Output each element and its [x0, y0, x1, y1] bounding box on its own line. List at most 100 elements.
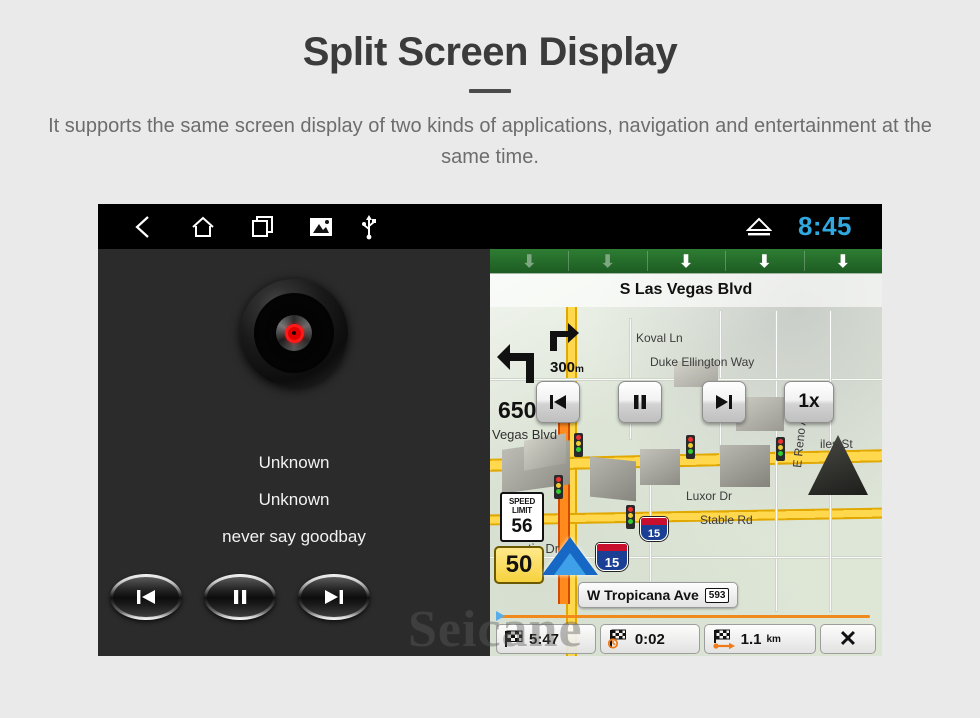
- lane-cell: ⬇: [646, 249, 725, 273]
- traffic-light-icon: [686, 435, 695, 459]
- vinyl-record-hub: [284, 323, 304, 343]
- next-track-button[interactable]: [298, 574, 370, 620]
- interstate-shield-number: 15: [604, 555, 620, 570]
- remaining-distance-value: 1.1: [740, 630, 762, 648]
- home-icon[interactable]: [186, 204, 220, 249]
- play-pause-button[interactable]: [204, 574, 276, 620]
- lane-cell: ⬇: [803, 249, 882, 273]
- speed-limit-sign: SPEED LIMIT 56: [500, 492, 544, 542]
- interstate-shield-15-small: 15: [640, 517, 668, 541]
- close-icon: ✕: [838, 626, 858, 651]
- usb-icon[interactable]: [354, 204, 384, 249]
- route-shield-593: 593: [704, 587, 730, 603]
- map-label-duke-ellington-way: Duke Ellington Way: [650, 355, 755, 369]
- next-street-label: W Tropicana Ave 593: [578, 582, 739, 608]
- interstate-shield-number-small: 15: [647, 528, 661, 540]
- current-speed-indicator: 50: [494, 546, 544, 584]
- lane-arrow-down-icon: ⬇: [757, 251, 772, 271]
- turn-right-arrow-icon: [546, 319, 580, 351]
- map-label-vegas-blvd: Vegas Blvd: [492, 427, 558, 442]
- previous-track-button[interactable]: [110, 574, 182, 620]
- traffic-light-icon: [776, 437, 785, 461]
- previous-track-icon: [113, 577, 179, 617]
- turn-distance-main-value: 650: [498, 397, 537, 423]
- page-subtitle: It supports the same screen display of t…: [48, 115, 932, 168]
- lane-cell: ⬇: [568, 249, 646, 273]
- lane-arrow-down-icon: ⬇: [678, 251, 694, 271]
- nav-pause-button[interactable]: [618, 381, 662, 423]
- vinyl-record-icon: [240, 279, 348, 387]
- remaining-time-value: 0:02: [634, 630, 665, 648]
- page-title: Split Screen Display: [302, 30, 678, 74]
- traffic-light-icon: [554, 475, 563, 499]
- speed-limit-value: 56: [511, 516, 533, 537]
- next-street-name: W Tropicana Ave: [587, 587, 699, 603]
- eject-icon[interactable]: [742, 204, 776, 249]
- eta-value: 5:47: [529, 630, 560, 648]
- nav-next-icon: [716, 395, 732, 409]
- nav-pause-icon: [634, 395, 646, 409]
- turn-distance-next-value: 300: [550, 359, 576, 376]
- page-header: Split Screen Display It supports the sam…: [0, 0, 980, 173]
- navigation-status-bar: 5:47 0:02 1.1 km ✕: [496, 624, 876, 654]
- lane-cell: ⬇: [490, 249, 568, 273]
- lane-arrow-down-icon: ⬇: [600, 251, 615, 271]
- lane-guidance-bar: ⬇ ⬇ ⬇ ⬇ ⬇: [490, 249, 882, 274]
- recents-icon[interactable]: [246, 204, 280, 249]
- map-label-luxor-dr: Luxor Dr: [686, 489, 733, 503]
- nav-previous-button[interactable]: [536, 381, 580, 423]
- android-status-bar: 8:45: [98, 204, 882, 249]
- speed-limit-line1: SPEED: [508, 497, 536, 506]
- speed-limit-line2: LIMIT: [512, 506, 532, 515]
- interstate-shield-15: 15: [596, 543, 628, 571]
- interstate-shield-cap: [641, 518, 667, 525]
- current-street-banner: S Las Vegas Blvd: [490, 273, 882, 307]
- nav-speed-button[interactable]: 1x: [784, 381, 834, 423]
- status-bar-clock: 8:45: [797, 211, 852, 241]
- map-label-miles-st: iles St: [820, 437, 853, 451]
- back-icon[interactable]: [126, 204, 160, 249]
- remaining-distance-unit: km: [766, 633, 781, 645]
- map-label-koval-ln: Koval Ln: [636, 331, 683, 345]
- interstate-shield-cap: [597, 544, 627, 551]
- traffic-light-icon: [626, 505, 635, 529]
- track-title: never say goodbay: [222, 527, 366, 546]
- checkered-flag-icon: [505, 630, 523, 647]
- gallery-icon[interactable]: [304, 204, 338, 249]
- media-controls: [98, 574, 490, 634]
- route-progress-bar: [496, 611, 870, 621]
- flag-clock-icon: [607, 629, 626, 649]
- turn-distance-next-unit: m: [575, 364, 584, 375]
- pause-icon: [207, 577, 273, 617]
- remaining-distance-cell[interactable]: 1.1 km: [703, 624, 816, 654]
- remaining-time-cell[interactable]: 0:02: [599, 624, 700, 654]
- lane-arrow-down-icon: ⬇: [835, 251, 850, 271]
- map-minor-road: [776, 311, 777, 611]
- nav-playback-controls: 1x: [536, 381, 876, 423]
- traffic-light-icon: [574, 433, 583, 457]
- lane-cell: ⬇: [725, 249, 803, 273]
- map-building: [720, 445, 770, 487]
- car-head-unit-screen: 8:45 Unknown Unknown never say goodbay ⬇…: [98, 204, 882, 656]
- nav-previous-icon: [550, 395, 566, 409]
- next-track-icon: [301, 577, 367, 617]
- eta-cell[interactable]: 5:47: [496, 624, 596, 654]
- close-navigation-button[interactable]: ✕: [820, 624, 876, 654]
- turn-distance-next: 300m: [550, 359, 584, 376]
- title-divider: [469, 89, 511, 93]
- flag-arrow-icon: [713, 629, 735, 649]
- track-artist: Unknown: [258, 453, 330, 472]
- route-progress-marker-icon: [496, 611, 505, 621]
- vinyl-record-inner: [254, 293, 334, 373]
- map-building: [590, 456, 636, 502]
- nav-next-button[interactable]: [702, 381, 746, 423]
- turn-left-arrow-icon: [496, 341, 544, 383]
- navigation-map-panel[interactable]: ⬇ ⬇ ⬇ ⬇ ⬇ S Las Vegas Blvd Vegas Blvd Ko…: [490, 249, 882, 656]
- lane-arrow-down-icon: ⬇: [522, 251, 537, 271]
- track-album: Unknown: [258, 490, 330, 509]
- map-building: [640, 449, 680, 485]
- map-label-stable-rd: Stable Rd: [700, 513, 753, 527]
- music-player-panel: Unknown Unknown never say goodbay: [98, 249, 490, 656]
- vinyl-record-label: [276, 315, 312, 351]
- current-position-marker: [542, 537, 598, 575]
